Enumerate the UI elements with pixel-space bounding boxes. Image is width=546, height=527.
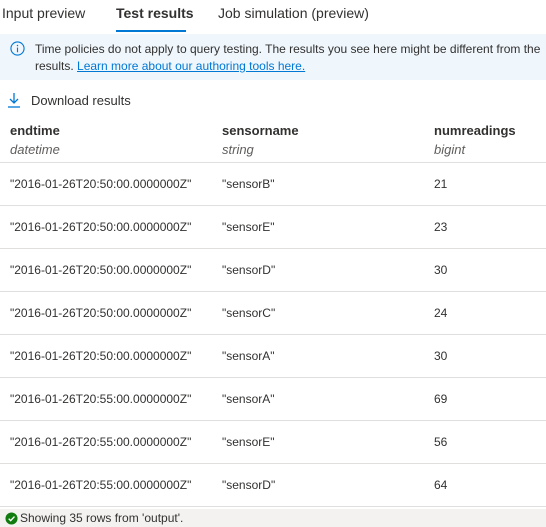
cell-endtime: "2016-01-26T20:50:00.0000000Z" [10, 306, 192, 320]
info-icon [10, 41, 25, 56]
cell-sensorname: "sensorB" [222, 177, 275, 191]
table-row[interactable]: "2016-01-26T20:50:00.0000000Z" "sensorB" 2… [0, 163, 546, 206]
cell-endtime: "2016-01-26T20:50:00.0000000Z" [10, 349, 192, 363]
column-type-endtime: datetime [10, 142, 60, 157]
tab-test-results[interactable]: Test results [116, 5, 194, 21]
cell-sensorname: "sensorD" [222, 478, 276, 492]
cell-endtime: "2016-01-26T20:50:00.0000000Z" [10, 177, 192, 191]
cell-sensorname: "sensorA" [222, 392, 275, 406]
column-header-endtime[interactable]: endtime [10, 123, 60, 138]
download-results-label: Download results [31, 92, 131, 108]
cell-sensorname: "sensorE" [222, 435, 275, 449]
cell-numreadings: 30 [434, 349, 448, 363]
result-tabs: Input preview Test results Job simulatio… [0, 0, 546, 34]
cell-sensorname: "sensorD" [222, 263, 276, 277]
table-row[interactable]: "2016-01-26T20:50:00.0000000Z" "sensorA" 3… [0, 335, 546, 378]
table-row[interactable]: "2016-01-26T20:50:00.0000000Z" "sensorC" 2… [0, 292, 546, 335]
cell-numreadings: 56 [434, 435, 448, 449]
column-header-numreadings[interactable]: numreadings [434, 123, 516, 138]
table-row[interactable]: "2016-01-26T20:50:00.0000000Z" "sensorE" 2… [0, 206, 546, 249]
cell-endtime: "2016-01-26T20:50:00.0000000Z" [10, 220, 192, 234]
column-header-sensorname[interactable]: sensorname [222, 123, 299, 138]
download-icon [8, 93, 20, 108]
cell-numreadings: 30 [434, 263, 448, 277]
info-message: Time policies do not apply to query test… [35, 41, 546, 75]
success-check-icon [5, 511, 18, 525]
status-bar: Showing 35 rows from 'output'. [0, 509, 546, 527]
table-row[interactable]: "2016-01-26T20:55:00.0000000Z" "sensorE" 5… [0, 421, 546, 464]
grid-header: endtime datetime sensorname string numre… [0, 119, 546, 163]
learn-more-link[interactable]: Learn more about our authoring tools her… [77, 59, 305, 73]
cell-numreadings: 23 [434, 220, 448, 234]
status-text: Showing 35 rows from 'output'. [20, 511, 184, 525]
cell-endtime: "2016-01-26T20:55:00.0000000Z" [10, 392, 192, 406]
cell-sensorname: "sensorE" [222, 220, 275, 234]
cell-endtime: "2016-01-26T20:55:00.0000000Z" [10, 478, 192, 492]
cell-sensorname: "sensorC" [222, 306, 276, 320]
table-row[interactable]: "2016-01-26T20:50:00.0000000Z" "sensorD" 3… [0, 249, 546, 292]
column-type-sensorname: string [222, 142, 254, 157]
cell-numreadings: 21 [434, 177, 448, 191]
download-results-button[interactable]: Download results [7, 91, 131, 109]
cell-numreadings: 64 [434, 478, 448, 492]
cell-endtime: "2016-01-26T20:50:00.0000000Z" [10, 263, 192, 277]
selected-tab-indicator [116, 30, 186, 32]
column-type-numreadings: bigint [434, 142, 466, 157]
cell-sensorname: "sensorA" [222, 349, 275, 363]
tab-input-preview[interactable]: Input preview [2, 5, 85, 21]
cell-numreadings: 24 [434, 306, 448, 320]
cell-endtime: "2016-01-26T20:55:00.0000000Z" [10, 435, 192, 449]
table-row[interactable]: "2016-01-26T20:55:00.0000000Z" "sensorD" 6… [0, 464, 546, 507]
tab-job-simulation[interactable]: Job simulation (preview) [218, 5, 369, 21]
cell-numreadings: 69 [434, 392, 448, 406]
table-row[interactable]: "2016-01-26T20:55:00.0000000Z" "sensorA" 6… [0, 378, 546, 421]
